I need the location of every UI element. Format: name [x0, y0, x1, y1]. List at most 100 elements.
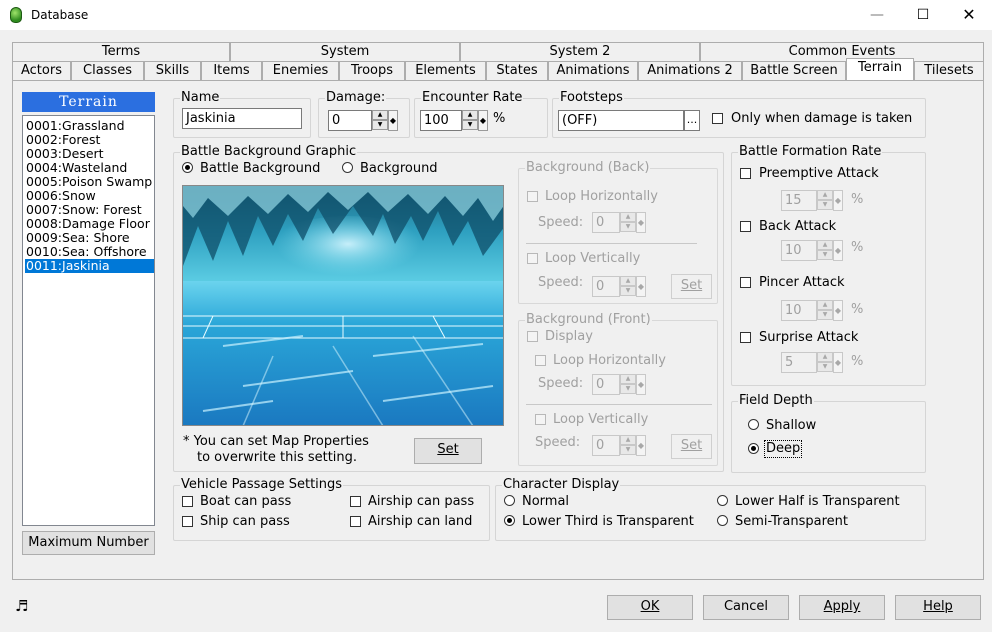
- back-speed-1-spinner[interactable]: ▲ ▼ ◆: [620, 212, 646, 233]
- spin-toggle-icon[interactable]: ◆: [833, 240, 843, 261]
- spin-toggle-icon[interactable]: ◆: [636, 374, 646, 395]
- list-item[interactable]: 0007:Snow: Forest: [25, 203, 154, 217]
- front-speed-2-input[interactable]: 0: [592, 435, 620, 456]
- front-speed-2-spinner[interactable]: ▲ ▼ ◆: [620, 435, 646, 456]
- spin-toggle-icon[interactable]: ◆: [833, 352, 843, 373]
- spin-up-icon[interactable]: ▲: [817, 190, 833, 200]
- semi-transparent-radio[interactable]: [717, 515, 728, 526]
- spin-toggle-icon[interactable]: ◆: [636, 276, 646, 297]
- airship-land-checkbox[interactable]: [350, 516, 361, 527]
- spin-up-icon[interactable]: ▲: [372, 110, 388, 120]
- list-item[interactable]: 0004:Wasteland: [25, 161, 154, 175]
- tab-actors[interactable]: Actors: [12, 61, 71, 82]
- pincer-spinner[interactable]: ▲ ▼ ◆: [817, 300, 843, 321]
- front-display-checkbox[interactable]: [527, 331, 538, 342]
- spin-toggle-icon[interactable]: ◆: [636, 212, 646, 233]
- footsteps-input[interactable]: (OFF): [558, 110, 684, 131]
- battle-background-radio[interactable]: [182, 162, 193, 173]
- boat-checkbox[interactable]: [182, 496, 193, 507]
- front-speed-1-spinner[interactable]: ▲ ▼ ◆: [620, 374, 646, 395]
- back-speed-1-input[interactable]: 0: [592, 212, 620, 233]
- terrain-list[interactable]: 0001:Grassland 0002:Forest 0003:Desert 0…: [22, 115, 155, 526]
- ok-button[interactable]: OK: [607, 595, 693, 620]
- tab-troops[interactable]: Troops: [339, 61, 405, 82]
- lower-third-radio[interactable]: [504, 515, 515, 526]
- encounter-input[interactable]: 100: [420, 110, 462, 131]
- list-item[interactable]: 0009:Sea: Shore: [25, 231, 154, 245]
- music-note-icon[interactable]: ♬: [15, 598, 28, 614]
- spin-down-icon[interactable]: ▼: [620, 445, 636, 455]
- name-input[interactable]: Jaskinia: [182, 108, 302, 129]
- front-loop-horizontally-checkbox[interactable]: [535, 355, 546, 366]
- spin-up-icon[interactable]: ▲: [620, 276, 636, 286]
- spin-up-icon[interactable]: ▲: [620, 212, 636, 222]
- spin-toggle-icon[interactable]: ◆: [636, 435, 646, 456]
- preemptive-input[interactable]: 15: [781, 190, 817, 211]
- spin-down-icon[interactable]: ▼: [620, 384, 636, 394]
- spin-up-icon[interactable]: ▲: [462, 110, 478, 120]
- background-radio[interactable]: [342, 162, 353, 173]
- spin-down-icon[interactable]: ▼: [817, 310, 833, 320]
- spin-up-icon[interactable]: ▲: [620, 374, 636, 384]
- spin-down-icon[interactable]: ▼: [620, 222, 636, 232]
- list-item[interactable]: 0003:Desert: [25, 147, 154, 161]
- cancel-button[interactable]: Cancel: [703, 595, 789, 620]
- tab-system[interactable]: System: [230, 42, 460, 63]
- lower-half-radio[interactable]: [717, 495, 728, 506]
- deep-radio[interactable]: [748, 443, 759, 454]
- only-damage-checkbox[interactable]: [712, 113, 723, 124]
- list-item[interactable]: 0006:Snow: [25, 189, 154, 203]
- shallow-radio[interactable]: [748, 419, 759, 430]
- list-item[interactable]: 0008:Damage Floor: [25, 217, 154, 231]
- front-loop-vertically-checkbox[interactable]: [535, 414, 546, 425]
- list-item-selected[interactable]: 0011:Jaskinia: [25, 259, 154, 273]
- spin-toggle-icon[interactable]: ◆: [388, 110, 398, 131]
- normal-radio[interactable]: [504, 495, 515, 506]
- tab-classes[interactable]: Classes: [71, 61, 144, 82]
- tab-animations[interactable]: Animations: [548, 61, 638, 82]
- back-loop-vertically-checkbox[interactable]: [527, 253, 538, 264]
- footsteps-browse-button[interactable]: ...: [684, 110, 700, 131]
- back-speed-2-spinner[interactable]: ▲ ▼ ◆: [620, 276, 646, 297]
- back-attack-checkbox[interactable]: [740, 221, 751, 232]
- tab-animations-2[interactable]: Animations 2: [638, 61, 742, 82]
- tab-items[interactable]: Items: [201, 61, 262, 82]
- spin-down-icon[interactable]: ▼: [817, 250, 833, 260]
- tab-common-events[interactable]: Common Events: [700, 42, 984, 63]
- pincer-checkbox[interactable]: [740, 277, 751, 288]
- damage-input[interactable]: 0: [328, 110, 372, 131]
- tab-skills[interactable]: Skills: [144, 61, 201, 82]
- spin-up-icon[interactable]: ▲: [817, 300, 833, 310]
- preemptive-spinner[interactable]: ▲ ▼ ◆: [817, 190, 843, 211]
- front-speed-1-input[interactable]: 0: [592, 374, 620, 395]
- damage-spinner[interactable]: ▲ ▼ ◆: [372, 110, 398, 131]
- airship-pass-checkbox[interactable]: [350, 496, 361, 507]
- encounter-spinner[interactable]: ▲ ▼ ◆: [462, 110, 488, 131]
- spin-toggle-icon[interactable]: ◆: [833, 300, 843, 321]
- back-attack-input[interactable]: 10: [781, 240, 817, 261]
- maximum-number-button[interactable]: Maximum Number: [22, 531, 155, 555]
- spin-down-icon[interactable]: ▼: [817, 362, 833, 372]
- surprise-spinner[interactable]: ▲ ▼ ◆: [817, 352, 843, 373]
- maximize-icon[interactable]: ☐: [900, 0, 946, 30]
- spin-up-icon[interactable]: ▲: [817, 240, 833, 250]
- back-speed-2-input[interactable]: 0: [592, 276, 620, 297]
- spin-down-icon[interactable]: ▼: [817, 200, 833, 210]
- tab-system-2[interactable]: System 2: [460, 42, 700, 63]
- back-loop-horizontally-checkbox[interactable]: [527, 191, 538, 202]
- tab-terrain[interactable]: Terrain: [846, 58, 914, 82]
- back-set-button[interactable]: Set: [671, 274, 712, 299]
- spin-up-icon[interactable]: ▲: [620, 435, 636, 445]
- spin-down-icon[interactable]: ▼: [372, 120, 388, 130]
- back-attack-spinner[interactable]: ▲ ▼ ◆: [817, 240, 843, 261]
- list-item[interactable]: 0002:Forest: [25, 133, 154, 147]
- surprise-input[interactable]: 5: [781, 352, 817, 373]
- spin-down-icon[interactable]: ▼: [462, 120, 478, 130]
- tab-enemies[interactable]: Enemies: [262, 61, 339, 82]
- list-item[interactable]: 0001:Grassland: [25, 119, 154, 133]
- close-icon[interactable]: ✕: [946, 0, 992, 30]
- tab-tilesets[interactable]: Tilesets: [914, 61, 984, 82]
- tab-battle-screen[interactable]: Battle Screen: [742, 61, 846, 82]
- battle-background-set-button[interactable]: Set: [414, 438, 482, 464]
- apply-button[interactable]: Apply: [799, 595, 885, 620]
